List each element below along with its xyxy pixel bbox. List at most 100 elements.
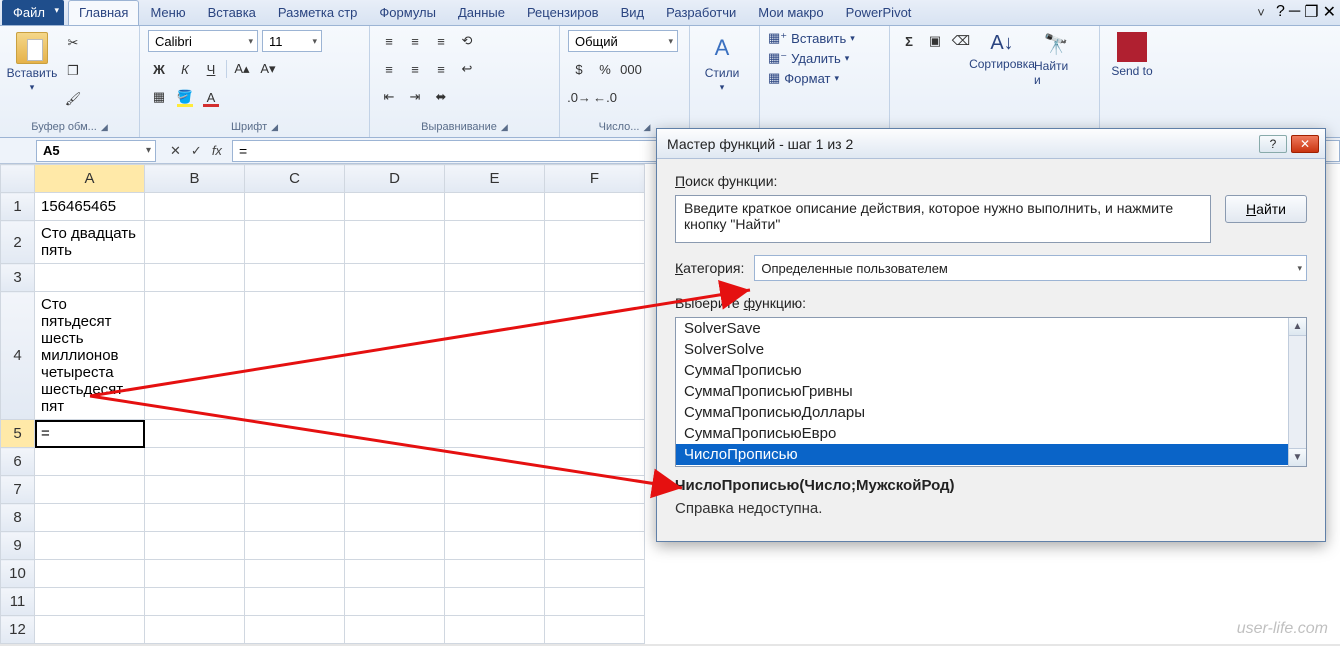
window-restore-button[interactable]: ❐ <box>1304 2 1318 22</box>
tab-file[interactable]: Файл <box>2 0 64 25</box>
cell-B11[interactable] <box>145 588 245 616</box>
cell-E6[interactable] <box>445 448 545 476</box>
cell-D3[interactable] <box>345 264 445 292</box>
clear-icon[interactable]: ⌫ <box>950 30 972 52</box>
styles-button[interactable]: A Стили ▾ <box>698 30 746 95</box>
cell-E2[interactable] <box>445 221 545 264</box>
increase-font-icon[interactable]: A▴ <box>231 58 253 80</box>
tab-my-macros[interactable]: Мои макро <box>747 0 834 25</box>
cell-E10[interactable] <box>445 560 545 588</box>
cell-C7[interactable] <box>245 476 345 504</box>
cell-F11[interactable] <box>545 588 645 616</box>
cell-B3[interactable] <box>145 264 245 292</box>
sort-filter-button[interactable]: A↓ Сортировка <box>978 30 1026 73</box>
cell-C4[interactable] <box>245 292 345 420</box>
enter-formula-icon[interactable]: ✓ <box>191 143 202 159</box>
cell-F8[interactable] <box>545 504 645 532</box>
cell-E8[interactable] <box>445 504 545 532</box>
cell-D6[interactable] <box>345 448 445 476</box>
dialog-help-button[interactable]: ? <box>1259 135 1287 153</box>
cell-A5[interactable]: = <box>35 420 145 448</box>
col-header-F[interactable]: F <box>545 165 645 193</box>
decrease-font-icon[interactable]: A▾ <box>257 58 279 80</box>
cell-A12[interactable] <box>35 616 145 644</box>
currency-icon[interactable]: $ <box>568 58 590 80</box>
cell-A11[interactable] <box>35 588 145 616</box>
row-header-10[interactable]: 10 <box>1 560 35 588</box>
align-bottom-icon[interactable]: ≡ <box>430 30 452 52</box>
cells-delete-button[interactable]: ▦⁻Удалить▾ <box>768 50 855 66</box>
cell-E11[interactable] <box>445 588 545 616</box>
align-center-icon[interactable]: ≡ <box>404 58 426 80</box>
cell-B7[interactable] <box>145 476 245 504</box>
row-header-5[interactable]: 5 <box>1 420 35 448</box>
insert-function-icon[interactable]: fx <box>212 143 222 158</box>
cell-C9[interactable] <box>245 532 345 560</box>
tab-page-layout[interactable]: Разметка стр <box>267 0 368 25</box>
cell-F3[interactable] <box>545 264 645 292</box>
cell-E3[interactable] <box>445 264 545 292</box>
cell-D4[interactable] <box>345 292 445 420</box>
comma-icon[interactable]: 000 <box>620 58 642 80</box>
scroll-up-icon[interactable]: ▲ <box>1289 318 1306 336</box>
increase-decimal-icon[interactable]: .0→ <box>568 86 590 108</box>
window-minimize-button[interactable]: ─ <box>1289 3 1300 21</box>
cell-B6[interactable] <box>145 448 245 476</box>
cell-B2[interactable] <box>145 221 245 264</box>
function-item[interactable]: СуммаПрописью <box>676 360 1306 381</box>
cell-C11[interactable] <box>245 588 345 616</box>
row-header-12[interactable]: 12 <box>1 616 35 644</box>
search-function-input[interactable]: Введите краткое описание действия, котор… <box>675 195 1211 243</box>
tab-review[interactable]: Рецензиров <box>516 0 610 25</box>
fill-color-icon[interactable]: 🪣 <box>174 86 196 108</box>
number-format-combo[interactable]: Общий <box>568 30 678 52</box>
tab-home[interactable]: Главная <box>68 0 139 25</box>
tab-powerpivot[interactable]: PowerPivot <box>835 0 923 25</box>
cell-F4[interactable] <box>545 292 645 420</box>
merge-cells-icon[interactable]: ⬌ <box>430 86 452 108</box>
col-header-C[interactable]: C <box>245 165 345 193</box>
cell-D10[interactable] <box>345 560 445 588</box>
row-header-9[interactable]: 9 <box>1 532 35 560</box>
cell-A7[interactable] <box>35 476 145 504</box>
decrease-decimal-icon[interactable]: ←.0 <box>594 86 616 108</box>
cell-A4[interactable]: Сто пятьдесят шесть миллионов четыреста … <box>35 292 145 420</box>
italic-button[interactable]: К <box>174 58 196 80</box>
increase-indent-icon[interactable]: ⇥ <box>404 86 426 108</box>
col-header-B[interactable]: B <box>145 165 245 193</box>
find-select-button[interactable]: 🔭 Найти и <box>1032 30 1080 89</box>
tab-insert[interactable]: Вставка <box>197 0 267 25</box>
cell-D7[interactable] <box>345 476 445 504</box>
cells-format-button[interactable]: ▦Формат▾ <box>768 70 855 86</box>
orientation-icon[interactable]: ⟲ <box>456 30 478 52</box>
align-right-icon[interactable]: ≡ <box>430 58 452 80</box>
cell-C8[interactable] <box>245 504 345 532</box>
cell-D1[interactable] <box>345 193 445 221</box>
cell-A10[interactable] <box>35 560 145 588</box>
cell-C5[interactable] <box>245 420 345 448</box>
paste-button[interactable]: Вставить ▾ <box>8 30 56 95</box>
underline-button[interactable]: Ч <box>200 58 222 80</box>
cell-A6[interactable] <box>35 448 145 476</box>
borders-icon[interactable]: ▦ <box>148 86 170 108</box>
align-left-icon[interactable]: ≡ <box>378 58 400 80</box>
function-item[interactable]: SolverSolve <box>676 339 1306 360</box>
row-header-8[interactable]: 8 <box>1 504 35 532</box>
cells-insert-button[interactable]: ▦⁺Вставить▾ <box>768 30 855 46</box>
tab-developer[interactable]: Разработчи <box>655 0 747 25</box>
help-icon[interactable]: ? <box>1276 3 1285 21</box>
col-header-A[interactable]: A <box>35 165 145 193</box>
function-listbox[interactable]: SolverSaveSolverSolveСуммаПрописьюСуммаП… <box>675 317 1307 467</box>
cell-F7[interactable] <box>545 476 645 504</box>
cell-D9[interactable] <box>345 532 445 560</box>
col-header-E[interactable]: E <box>445 165 545 193</box>
category-combo[interactable]: Определенные пользователем <box>754 255 1307 281</box>
cell-B10[interactable] <box>145 560 245 588</box>
cell-B12[interactable] <box>145 616 245 644</box>
row-header-11[interactable]: 11 <box>1 588 35 616</box>
function-item[interactable]: ЧислоПрописью <box>676 444 1306 465</box>
cell-F6[interactable] <box>545 448 645 476</box>
copy-icon[interactable]: ❐ <box>62 60 84 82</box>
cell-D8[interactable] <box>345 504 445 532</box>
cell-B4[interactable] <box>145 292 245 420</box>
